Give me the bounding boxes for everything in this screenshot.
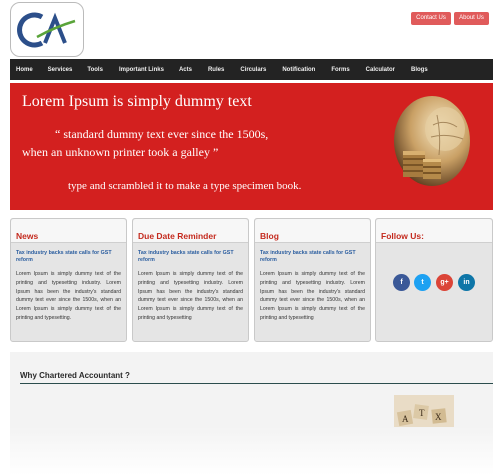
follow-us-card-header: Follow Us: (376, 219, 492, 243)
section-fade (10, 427, 493, 475)
banner-quote-line-1: “ standard dummy text ever since the 150… (55, 127, 269, 141)
linkedin-icon[interactable]: in (458, 274, 475, 291)
facebook-icon[interactable]: f (393, 274, 410, 291)
banner-subline: type and scrambled it to make a type spe… (68, 180, 302, 192)
blog-card-text: Lorem Ipsum is simply dummy text of the … (260, 271, 365, 321)
due-date-card-link[interactable]: Tax industry backs state calls for GST r… (133, 243, 248, 264)
nav-item-blogs[interactable]: Blogs (411, 67, 435, 73)
nav-item-important-links[interactable]: Important Links (119, 67, 179, 73)
coins-globe-image (394, 96, 470, 186)
nav-item-forms[interactable]: Forms (331, 67, 365, 73)
blog-card-link[interactable]: Tax industry backs state calls for GST r… (255, 243, 370, 264)
banner-quote-line-2: when an unknown printer took a galley ” (22, 145, 219, 159)
why-ca-section: Why Chartered Accountant ? T X A (10, 352, 493, 475)
blog-card-header: Blog (255, 219, 370, 243)
due-date-card: Due Date Reminder Tax industry backs sta… (132, 218, 249, 342)
blog-card: Blog Tax industry backs state calls for … (254, 218, 371, 342)
news-card-title: News (16, 231, 39, 241)
svg-text:A: A (402, 414, 409, 424)
svg-text:X: X (435, 412, 442, 422)
news-card-header: News (11, 219, 126, 243)
nav-item-services[interactable]: Services (48, 67, 88, 73)
why-ca-title: Why Chartered Accountant ? (20, 371, 130, 380)
nav-item-calculator[interactable]: Calculator (366, 67, 411, 73)
news-card: News Tax industry backs state calls for … (10, 218, 127, 342)
banner-headline: Lorem Ipsum is simply dummy text (22, 93, 252, 110)
section-divider (20, 383, 493, 384)
nav-item-rules[interactable]: Rules (208, 67, 240, 73)
main-nav: Home Services Tools Important Links Acts… (10, 59, 493, 80)
svg-text:T: T (419, 408, 425, 418)
follow-us-card: Follow Us: f t g+ in (375, 218, 493, 342)
site-logo[interactable] (10, 2, 84, 57)
nav-item-acts[interactable]: Acts (179, 67, 208, 73)
contact-us-button[interactable]: Contact Us (411, 12, 451, 25)
google-plus-icon[interactable]: g+ (436, 274, 453, 291)
site-header: Contact Us About Us (0, 0, 503, 58)
due-date-card-text: Lorem Ipsum is simply dummy text of the … (138, 271, 243, 321)
about-us-button[interactable]: About Us (454, 12, 489, 25)
hero-banner: Lorem Ipsum is simply dummy text “ stand… (10, 83, 493, 210)
blog-card-title: Blog (260, 231, 279, 241)
twitter-icon[interactable]: t (414, 274, 431, 291)
news-card-text: Lorem Ipsum is simply dummy text of the … (16, 271, 121, 321)
follow-us-title: Follow Us: (381, 231, 424, 241)
news-card-link[interactable]: Tax industry backs state calls for GST r… (11, 243, 126, 264)
nav-item-circulars[interactable]: Circulars (240, 67, 282, 73)
ca-logo-icon (17, 12, 76, 48)
nav-item-notification[interactable]: Notification (282, 67, 331, 73)
due-date-card-title: Due Date Reminder (138, 231, 217, 241)
nav-item-tools[interactable]: Tools (87, 67, 119, 73)
nav-item-home[interactable]: Home (16, 67, 48, 73)
info-cards: News Tax industry backs state calls for … (10, 218, 493, 342)
due-date-card-header: Due Date Reminder (133, 219, 248, 243)
